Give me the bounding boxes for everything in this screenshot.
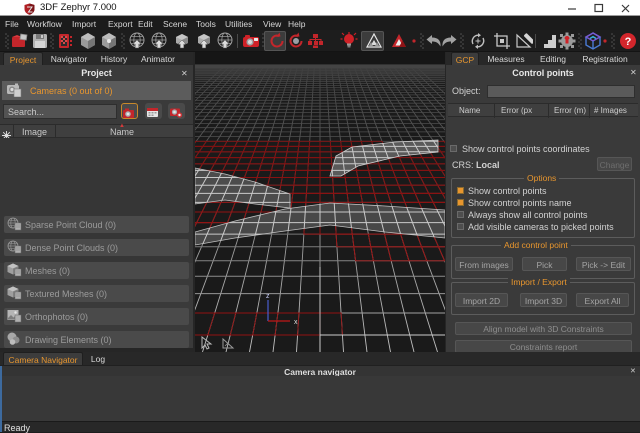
svg-text:?: ? — [625, 36, 632, 48]
svg-text:z: z — [266, 293, 270, 300]
svg-text:x: x — [294, 319, 298, 326]
